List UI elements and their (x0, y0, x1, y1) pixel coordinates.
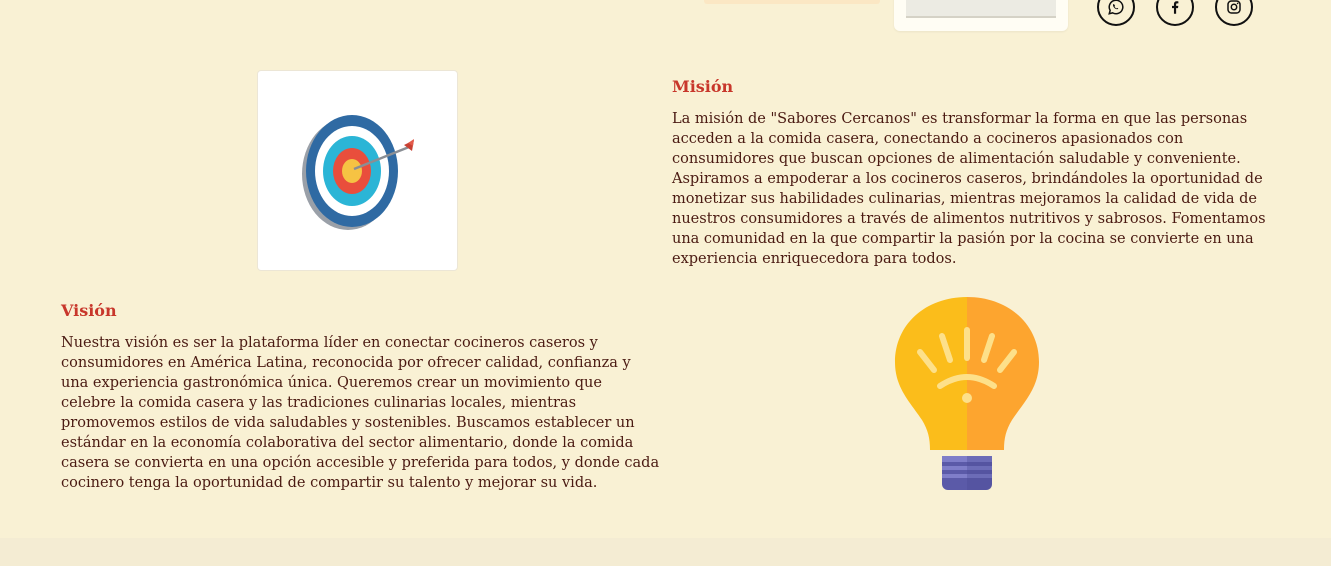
vision-heading: Visión (61, 301, 117, 320)
whatsapp-icon[interactable] (1097, 0, 1135, 26)
facebook-glyph (1172, 1, 1179, 14)
vision-image (880, 290, 1055, 500)
facebook-icon[interactable] (1156, 0, 1194, 26)
mision-image (257, 70, 458, 271)
footer-band (0, 538, 1331, 566)
mision-heading: Misión (672, 77, 734, 96)
target-icon (302, 115, 414, 230)
header-banner-fragment (704, 0, 880, 4)
vision-paragraph: Nuestra visión es ser la plataforma líde… (61, 335, 660, 491)
instagram-icon[interactable] (1215, 0, 1253, 26)
mision-paragraph: La misión de "Sabores Cercanos" es trans… (672, 111, 1266, 267)
instagram-glyph (1227, 0, 1241, 14)
whatsapp-glyph (1108, 0, 1124, 15)
lightbulb-icon (895, 297, 1039, 490)
header-image-card (894, 0, 1068, 31)
